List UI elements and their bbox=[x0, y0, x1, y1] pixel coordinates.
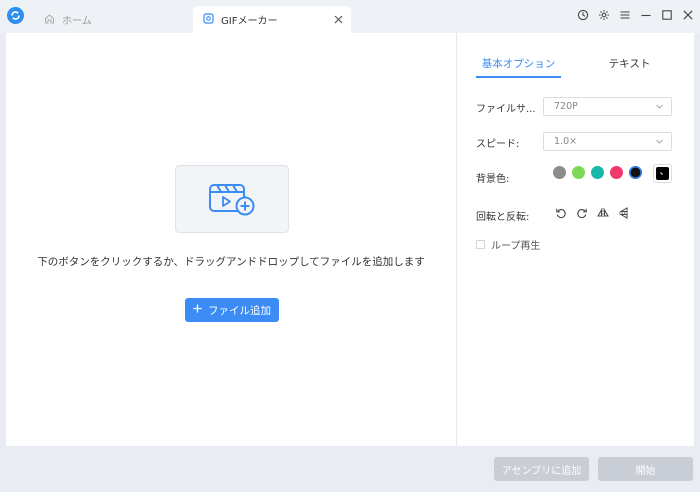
menu-icon[interactable] bbox=[619, 9, 631, 21]
tab-gif-maker[interactable]: GIFメーカー bbox=[193, 6, 351, 33]
loop-label: ループ再生 bbox=[491, 241, 541, 252]
minimize-icon[interactable] bbox=[640, 9, 652, 21]
rotate-flip-controls bbox=[555, 207, 630, 219]
tab-home-label: ホーム bbox=[62, 16, 92, 27]
drop-area[interactable]: 下のボタンをクリックするか、ドラッグアンドドロップしてファイルを追加します ファ… bbox=[6, 33, 456, 446]
history-icon[interactable] bbox=[577, 9, 589, 21]
flip-vertical-icon[interactable] bbox=[618, 207, 630, 219]
start-button[interactable]: 開始 bbox=[598, 457, 693, 481]
color-swatch-teal[interactable] bbox=[591, 166, 604, 179]
app-logo-icon bbox=[7, 7, 24, 24]
loop-checkbox[interactable] bbox=[476, 240, 485, 249]
options-panel: 基本オプション テキスト ファイルサ... 720P スピード: 1.0× 背景… bbox=[457, 33, 694, 446]
tab-basic-options[interactable]: 基本オプション bbox=[476, 56, 561, 78]
gear-icon[interactable] bbox=[598, 9, 610, 21]
window-close-icon[interactable] bbox=[682, 9, 694, 21]
chevron-down-icon bbox=[655, 137, 664, 149]
eyedropper-icon bbox=[659, 168, 666, 179]
bg-color-label: 背景色: bbox=[476, 174, 510, 185]
tab-home[interactable]: ホーム bbox=[30, 6, 190, 33]
rotate-left-icon[interactable] bbox=[555, 207, 567, 219]
tab-text[interactable]: テキスト bbox=[587, 56, 672, 78]
content-area: 下のボタンをクリックするか、ドラッグアンドドロップしてファイルを追加します ファ… bbox=[6, 33, 694, 446]
maximize-icon[interactable] bbox=[661, 9, 673, 21]
speed-value: 1.0× bbox=[554, 136, 578, 147]
close-icon[interactable] bbox=[334, 13, 343, 27]
loop-playback-option[interactable]: ループ再生 bbox=[476, 237, 540, 252]
title-bar: ホーム GIFメーカー bbox=[0, 0, 700, 33]
rotate-flip-label: 回転と反転: bbox=[476, 212, 530, 223]
speed-label: スピード: bbox=[476, 139, 520, 150]
file-size-label: ファイルサ... bbox=[476, 104, 536, 115]
chevron-down-icon bbox=[655, 102, 664, 114]
add-file-label: ファイル追加 bbox=[208, 304, 271, 317]
file-size-value: 720P bbox=[554, 101, 578, 112]
gif-icon bbox=[203, 12, 214, 27]
bg-color-swatches bbox=[553, 166, 642, 179]
color-swatch-gray[interactable] bbox=[553, 166, 566, 179]
custom-color-picker[interactable] bbox=[653, 164, 672, 183]
color-swatch-black[interactable] bbox=[629, 166, 642, 179]
video-add-icon bbox=[208, 179, 256, 220]
rotate-right-icon[interactable] bbox=[576, 207, 588, 219]
file-size-select[interactable]: 720P bbox=[543, 97, 672, 116]
color-swatch-pink[interactable] bbox=[610, 166, 623, 179]
add-file-button[interactable]: ファイル追加 bbox=[185, 298, 279, 322]
speed-select[interactable]: 1.0× bbox=[543, 132, 672, 151]
window-controls bbox=[577, 9, 694, 21]
drop-zone[interactable] bbox=[175, 165, 289, 233]
flip-horizontal-icon[interactable] bbox=[597, 207, 609, 219]
plus-icon bbox=[193, 304, 202, 316]
drop-instruction: 下のボタンをクリックするか、ドラッグアンドドロップしてファイルを追加します bbox=[37, 256, 425, 268]
tab-gif-label: GIFメーカー bbox=[221, 16, 278, 27]
add-to-assembly-button[interactable]: アセンブリに追加 bbox=[494, 457, 589, 481]
home-icon bbox=[44, 13, 55, 27]
color-swatch-green[interactable] bbox=[572, 166, 585, 179]
